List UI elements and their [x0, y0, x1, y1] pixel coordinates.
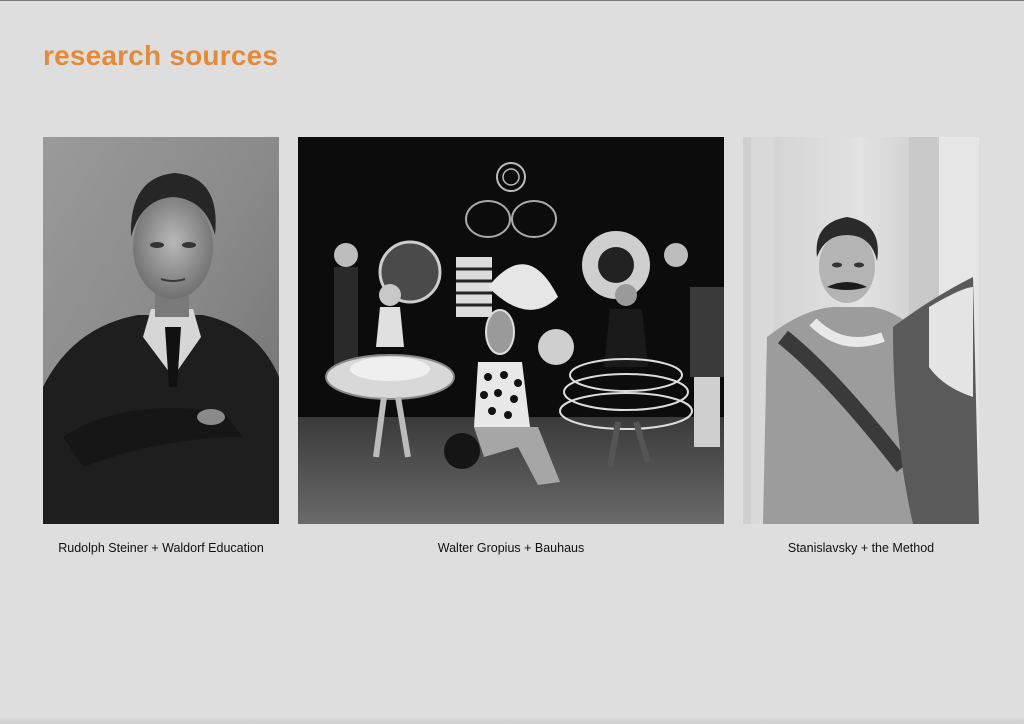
slide-title: research sources: [43, 40, 279, 71]
actor-image: [743, 137, 979, 524]
stanislavsky-costume-photo: [743, 137, 979, 524]
caption-gropius: Walter Gropius + Bauhaus: [437, 541, 585, 555]
steiner-portrait-photo: [43, 137, 279, 524]
bauhaus-stage-photo: [298, 137, 724, 524]
caption-steiner: Rudolph Steiner + Waldorf Education: [58, 541, 264, 555]
bottom-edge: [0, 718, 1024, 724]
slide: research sources Rudolph Steiner + Waldo…: [0, 0, 1024, 724]
stage-image: [298, 137, 724, 524]
caption-stanislavsky: Stanislavsky + the Method: [787, 541, 935, 555]
portrait-image: [43, 137, 279, 524]
